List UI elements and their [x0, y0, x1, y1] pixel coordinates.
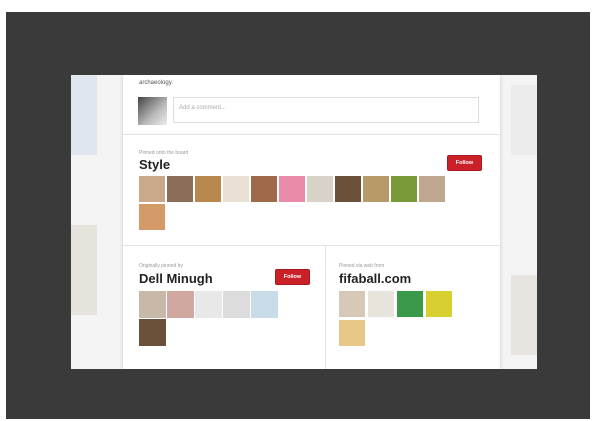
- thumbnail[interactable]: [251, 176, 277, 202]
- thumbnail[interactable]: [339, 320, 365, 346]
- thumbnail[interactable]: [223, 176, 249, 202]
- board-title[interactable]: Style: [139, 157, 170, 172]
- background-pin-tile: [71, 225, 97, 315]
- thumbnail[interactable]: [307, 176, 333, 202]
- thumbnail[interactable]: [419, 176, 445, 202]
- dark-backdrop: archaeology. Add a comment... Pinned ont…: [6, 12, 590, 419]
- divider: [123, 134, 500, 135]
- thumbnail[interactable]: [167, 176, 193, 202]
- source-domain[interactable]: fifaball.com: [339, 271, 411, 286]
- pinner-name[interactable]: Dell Minugh: [139, 271, 213, 286]
- user-avatar: [138, 97, 167, 125]
- divider: [123, 245, 500, 246]
- thumbnail[interactable]: [368, 291, 394, 317]
- screenshot-area: archaeology. Add a comment... Pinned ont…: [71, 75, 537, 369]
- thumbnail[interactable]: [279, 176, 305, 202]
- thumbnail[interactable]: [426, 291, 452, 317]
- pin-closeup-card: archaeology. Add a comment... Pinned ont…: [123, 75, 500, 369]
- thumbnail[interactable]: [139, 319, 166, 346]
- screenshot-frame: archaeology. Add a comment... Pinned ont…: [0, 0, 596, 421]
- thumbnail[interactable]: [139, 291, 166, 318]
- thumbnail[interactable]: [195, 291, 222, 318]
- thumbnail[interactable]: [397, 291, 423, 317]
- background-pin-tile: [511, 85, 537, 155]
- thumbnail[interactable]: [139, 204, 165, 230]
- thumbnail[interactable]: [167, 291, 194, 318]
- thumbnail[interactable]: [363, 176, 389, 202]
- thumbnail[interactable]: [339, 291, 365, 317]
- thumbnail[interactable]: [195, 176, 221, 202]
- source-label: Pinned via web from: [339, 263, 385, 269]
- thumbnail[interactable]: [335, 176, 361, 202]
- thumbnail[interactable]: [391, 176, 417, 202]
- follow-board-button[interactable]: Follow: [447, 155, 482, 171]
- board-label: Pinned onto the board: [139, 150, 189, 156]
- thumbnail[interactable]: [223, 291, 250, 318]
- background-pin-tile: [511, 275, 537, 355]
- pinner-label: Originally pinned by: [139, 263, 183, 269]
- thumbnail[interactable]: [139, 176, 165, 202]
- divider: [325, 245, 326, 369]
- background-pin-tile: [71, 75, 97, 155]
- follow-pinner-button[interactable]: Follow: [275, 269, 310, 285]
- pin-description: archaeology.: [139, 80, 173, 86]
- comment-input[interactable]: Add a comment...: [173, 97, 479, 123]
- thumbnail[interactable]: [251, 291, 278, 318]
